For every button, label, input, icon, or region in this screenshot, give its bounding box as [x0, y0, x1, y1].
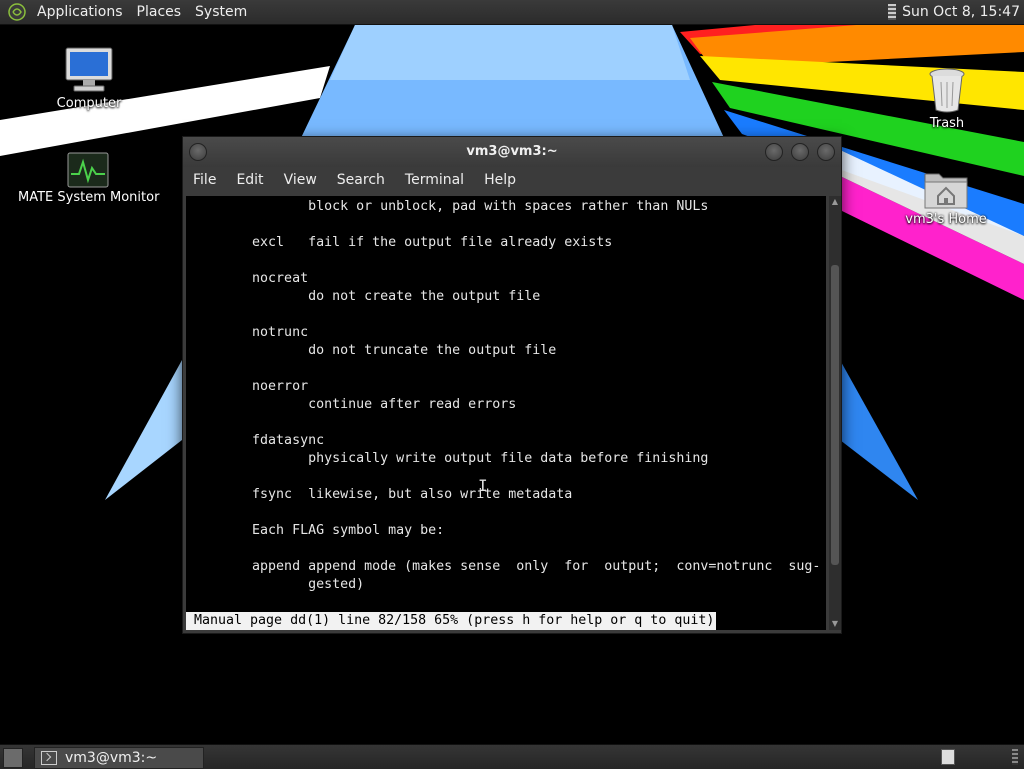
terminal-menubar: File Edit View Search Terminal Help	[183, 167, 841, 193]
close-button[interactable]	[817, 143, 835, 161]
places-menu[interactable]: Places	[130, 4, 189, 20]
desktop-icon-home[interactable]: vm3's Home	[898, 166, 994, 227]
menu-search[interactable]: Search	[327, 172, 395, 188]
system-monitor-icon	[67, 152, 109, 188]
desktop-icon-system-monitor[interactable]: MATE System Monitor	[18, 152, 160, 205]
system-menu[interactable]: System	[188, 4, 254, 20]
clock-area: Sun Oct 8, 15:47	[888, 4, 1024, 20]
desktop-icon-label: vm3's Home	[905, 212, 987, 227]
panel-handle[interactable]	[1012, 749, 1018, 765]
desktop-icon-trash[interactable]: Trash	[908, 66, 986, 131]
desktop-icon-label: Computer	[56, 96, 122, 111]
text-cursor-icon: I	[478, 476, 488, 495]
top-panel: Applications Places System Sun Oct 8, 15…	[0, 0, 1024, 25]
menu-view[interactable]: View	[274, 172, 327, 188]
man-page-text: block or unblock, pad with spaces rather…	[252, 199, 821, 592]
taskbar-terminal-button[interactable]: vm3@vm3:~	[34, 747, 204, 769]
desktop-icon-label: Trash	[929, 116, 965, 131]
menu-edit[interactable]: Edit	[226, 172, 273, 188]
terminal-scrollbar[interactable]: ▲ ▼	[829, 196, 841, 630]
computer-icon	[65, 47, 113, 92]
mate-logo-icon[interactable]	[8, 3, 26, 21]
terminal-output[interactable]: block or unblock, pad with spaces rather…	[186, 196, 826, 630]
workspace-switcher[interactable]	[941, 749, 955, 765]
scrollbar-thumb[interactable]	[831, 265, 839, 566]
terminal-icon	[41, 751, 57, 765]
desktop-icon-label: MATE System Monitor	[18, 190, 160, 205]
menu-terminal[interactable]: Terminal	[395, 172, 474, 188]
bottom-panel: vm3@vm3:~	[0, 744, 1024, 769]
scroll-down-icon[interactable]: ▼	[831, 620, 839, 628]
menu-file[interactable]: File	[183, 172, 226, 188]
window-title: vm3@vm3:~	[466, 144, 558, 159]
panel-clock[interactable]: Sun Oct 8, 15:47	[902, 4, 1020, 20]
home-folder-icon	[924, 173, 968, 209]
minimize-button[interactable]	[765, 143, 783, 161]
scroll-up-icon[interactable]: ▲	[831, 198, 839, 206]
trash-icon	[929, 68, 965, 113]
taskbar-button-label: vm3@vm3:~	[65, 750, 158, 766]
applications-menu[interactable]: Applications	[30, 4, 130, 20]
window-titlebar[interactable]: vm3@vm3:~	[183, 137, 841, 167]
show-desktop-button[interactable]	[3, 748, 23, 768]
desktop-icon-computer[interactable]: Computer	[48, 46, 130, 111]
menu-help[interactable]: Help	[474, 172, 526, 188]
terminal-window[interactable]: vm3@vm3:~ File Edit View Search Terminal…	[182, 136, 842, 634]
maximize-button[interactable]	[791, 143, 809, 161]
notification-tray-icon[interactable]	[888, 4, 897, 20]
pager-status-line: Manual page dd(1) line 82/158 65% (press…	[186, 612, 717, 630]
panel-menu-bar: Applications Places System	[0, 0, 254, 24]
